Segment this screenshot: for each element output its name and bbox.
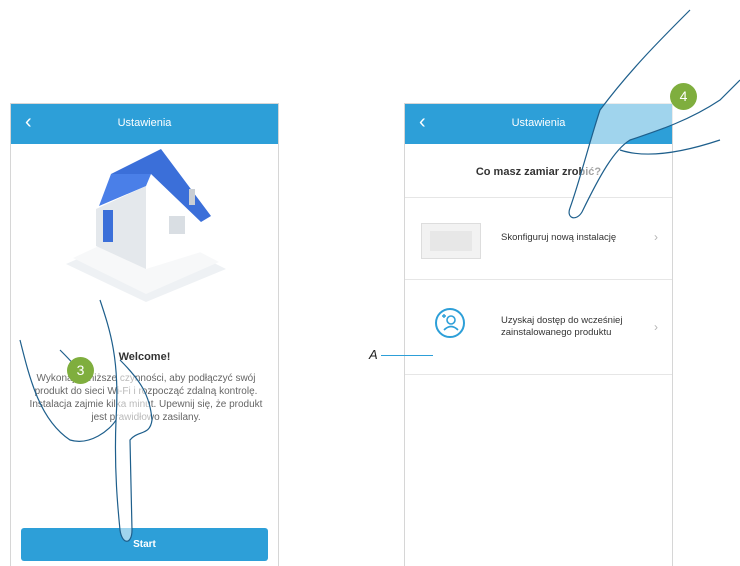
choose-action-screen: ‹ Ustawienia Co masz zamiar zrobić? Skon… (404, 103, 673, 566)
header-bar: ‹ Ustawienia (405, 104, 672, 144)
add-user-icon (435, 308, 465, 338)
step-badge-4: 4 (670, 83, 697, 110)
divider (405, 374, 672, 375)
welcome-title: Welcome! (118, 351, 171, 363)
callout-line-a (381, 355, 433, 356)
option-label: Uzyskaj dostęp do wcześniej zainstalowan… (501, 315, 623, 338)
house-illustration (66, 149, 226, 302)
header-title: Ustawienia (511, 117, 566, 129)
question-title: Co masz zamiar zrobić? (475, 166, 602, 178)
step-badge-3: 3 (67, 357, 94, 384)
header-title: Ustawienia (117, 117, 172, 129)
option-access-existing-product[interactable]: Uzyskaj dostęp do wcześniej zainstalowan… (405, 289, 672, 369)
option-configure-new-installation[interactable]: Skonfiguruj nową instalację › (405, 197, 672, 277)
welcome-screen: ‹ Ustawienia Welcome! Wykonaj poniższe c… (10, 103, 279, 566)
start-button[interactable]: Start (21, 528, 268, 561)
chevron-right-icon: › (654, 320, 658, 334)
divider (405, 279, 672, 280)
chevron-right-icon: › (654, 230, 658, 244)
welcome-description: Wykonaj poniższe czynności, aby podłączy… (29, 373, 263, 423)
thermostat-icon (421, 223, 481, 259)
callout-label-a: A (369, 347, 378, 362)
option-label: Skonfiguruj nową instalację (501, 232, 617, 243)
